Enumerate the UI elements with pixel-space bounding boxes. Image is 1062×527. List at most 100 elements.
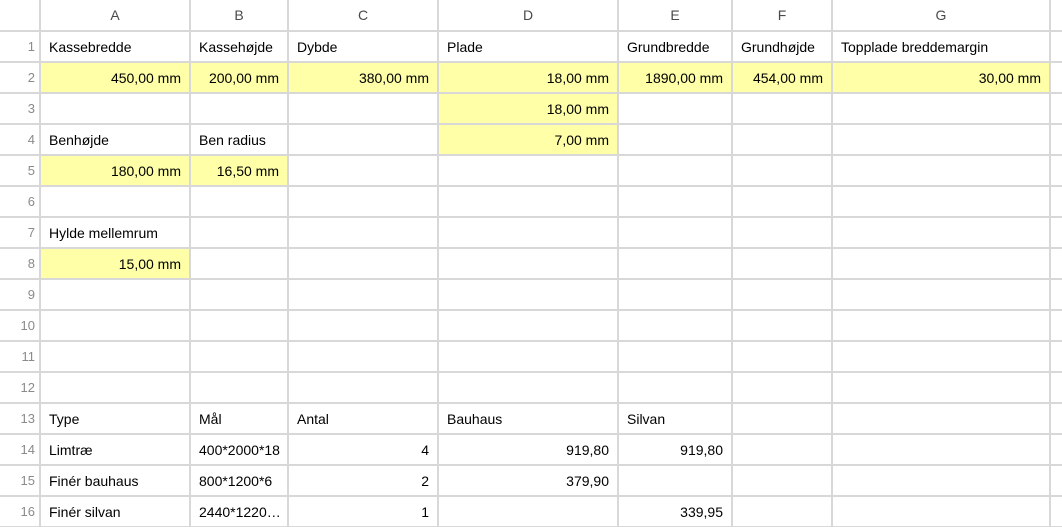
row-header[interactable]: 4 — [0, 124, 40, 155]
cell-c15[interactable]: 2 — [288, 465, 438, 496]
cell-f11[interactable] — [732, 341, 832, 372]
cell-b4[interactable]: Ben radius — [190, 124, 288, 155]
cell-b12[interactable] — [190, 372, 288, 403]
cell-f1[interactable]: Grundhøjde — [732, 31, 832, 62]
cell-e1[interactable]: Grundbredde — [618, 31, 732, 62]
cell-e6[interactable] — [618, 186, 732, 217]
row-header[interactable]: 16 — [0, 496, 40, 527]
cell-f12[interactable] — [732, 372, 832, 403]
cell-e15[interactable] — [618, 465, 732, 496]
cell-f16[interactable] — [732, 496, 832, 527]
cell-g13[interactable] — [832, 403, 1050, 434]
cell-d7[interactable] — [438, 217, 618, 248]
cell-a1[interactable]: Kassebredde — [40, 31, 190, 62]
row-header[interactable]: 14 — [0, 434, 40, 465]
cell-b7[interactable] — [190, 217, 288, 248]
cell-f7[interactable] — [732, 217, 832, 248]
cell-b6[interactable] — [190, 186, 288, 217]
cell-overflow[interactable] — [1050, 248, 1062, 279]
cell-b5[interactable]: 16,50 mm — [190, 155, 288, 186]
cell-b1[interactable]: Kassehøjde — [190, 31, 288, 62]
cell-overflow[interactable] — [1050, 434, 1062, 465]
cell-e2[interactable]: 1890,00 mm — [618, 62, 732, 93]
cell-d9[interactable] — [438, 279, 618, 310]
cell-e12[interactable] — [618, 372, 732, 403]
cell-g15[interactable] — [832, 465, 1050, 496]
cell-overflow[interactable] — [1050, 62, 1062, 93]
cell-b16[interactable]: 2440*1220… — [190, 496, 288, 527]
cell-f4[interactable] — [732, 124, 832, 155]
cell-overflow[interactable] — [1050, 310, 1062, 341]
cell-e4[interactable] — [618, 124, 732, 155]
cell-f6[interactable] — [732, 186, 832, 217]
cell-g2[interactable]: 30,00 mm — [832, 62, 1050, 93]
cell-c10[interactable] — [288, 310, 438, 341]
cell-d1[interactable]: Plade — [438, 31, 618, 62]
column-header-b[interactable]: B — [190, 0, 288, 31]
cell-g12[interactable] — [832, 372, 1050, 403]
cell-c9[interactable] — [288, 279, 438, 310]
cell-c8[interactable] — [288, 248, 438, 279]
column-header-f[interactable]: F — [732, 0, 832, 31]
spreadsheet-grid[interactable]: ABCDEFG1KassebreddeKassehøjdeDybdePladeG… — [0, 0, 1062, 527]
cell-g8[interactable] — [832, 248, 1050, 279]
row-header[interactable]: 6 — [0, 186, 40, 217]
cell-overflow[interactable] — [1050, 124, 1062, 155]
cell-g5[interactable] — [832, 155, 1050, 186]
cell-a16[interactable]: Finér silvan — [40, 496, 190, 527]
column-header-c[interactable]: C — [288, 0, 438, 31]
cell-overflow[interactable] — [1050, 403, 1062, 434]
cell-f2[interactable]: 454,00 mm — [732, 62, 832, 93]
row-header[interactable]: 7 — [0, 217, 40, 248]
cell-d11[interactable] — [438, 341, 618, 372]
cell-overflow[interactable] — [1050, 93, 1062, 124]
cell-g10[interactable] — [832, 310, 1050, 341]
cell-e10[interactable] — [618, 310, 732, 341]
cell-c13[interactable]: Antal — [288, 403, 438, 434]
cell-a9[interactable] — [40, 279, 190, 310]
cell-d15[interactable]: 379,90 — [438, 465, 618, 496]
cell-g11[interactable] — [832, 341, 1050, 372]
column-header-a[interactable]: A — [40, 0, 190, 31]
cell-a13[interactable]: Type — [40, 403, 190, 434]
cell-d4[interactable]: 7,00 mm — [438, 124, 618, 155]
row-header[interactable]: 10 — [0, 310, 40, 341]
cell-overflow[interactable] — [1050, 186, 1062, 217]
cell-b9[interactable] — [190, 279, 288, 310]
cell-a5[interactable]: 180,00 mm — [40, 155, 190, 186]
cell-g4[interactable] — [832, 124, 1050, 155]
column-header-overflow[interactable] — [1050, 0, 1062, 31]
cell-overflow[interactable] — [1050, 496, 1062, 527]
cell-overflow[interactable] — [1050, 372, 1062, 403]
cell-f13[interactable] — [732, 403, 832, 434]
cell-c7[interactable] — [288, 217, 438, 248]
column-header-g[interactable]: G — [832, 0, 1050, 31]
cell-e14[interactable]: 919,80 — [618, 434, 732, 465]
cell-a7[interactable]: Hylde mellemrum — [40, 217, 190, 248]
row-header[interactable]: 8 — [0, 248, 40, 279]
cell-f9[interactable] — [732, 279, 832, 310]
cell-d16[interactable] — [438, 496, 618, 527]
row-header[interactable]: 11 — [0, 341, 40, 372]
cell-g16[interactable] — [832, 496, 1050, 527]
row-header[interactable]: 5 — [0, 155, 40, 186]
cell-f14[interactable] — [732, 434, 832, 465]
row-header[interactable]: 13 — [0, 403, 40, 434]
row-header[interactable]: 12 — [0, 372, 40, 403]
cell-overflow[interactable] — [1050, 31, 1062, 62]
cell-e11[interactable] — [618, 341, 732, 372]
cell-a8[interactable]: 15,00 mm — [40, 248, 190, 279]
cell-f8[interactable] — [732, 248, 832, 279]
cell-e3[interactable] — [618, 93, 732, 124]
cell-f15[interactable] — [732, 465, 832, 496]
cell-b2[interactable]: 200,00 mm — [190, 62, 288, 93]
corner-cell[interactable] — [0, 0, 40, 31]
cell-overflow[interactable] — [1050, 279, 1062, 310]
cell-e13[interactable]: Silvan — [618, 403, 732, 434]
cell-b3[interactable] — [190, 93, 288, 124]
cell-c12[interactable] — [288, 372, 438, 403]
cell-c4[interactable] — [288, 124, 438, 155]
cell-c2[interactable]: 380,00 mm — [288, 62, 438, 93]
cell-g14[interactable] — [832, 434, 1050, 465]
cell-a6[interactable] — [40, 186, 190, 217]
